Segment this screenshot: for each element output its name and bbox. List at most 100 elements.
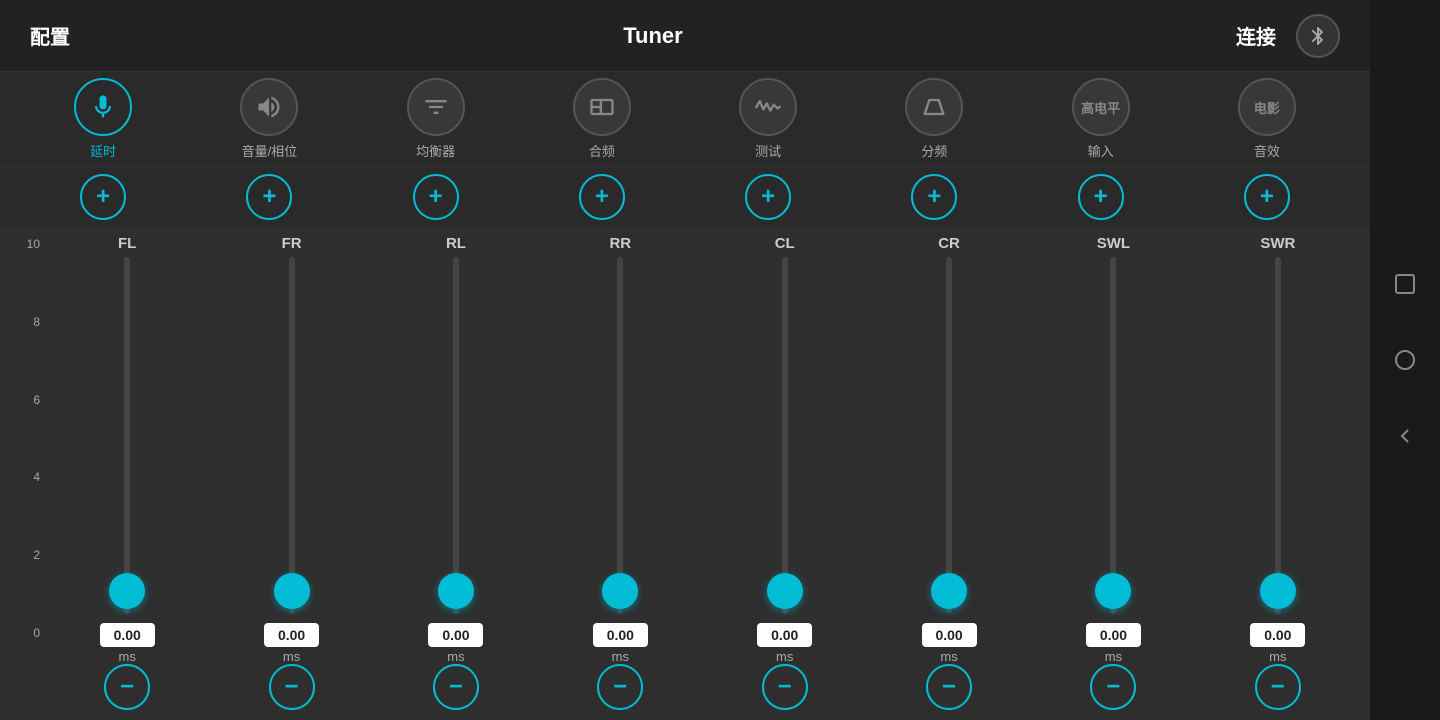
plus-button-RR[interactable]: + — [579, 174, 625, 220]
minus-button-CR[interactable]: − — [926, 664, 972, 710]
tab-volume-label: 音量/相位 — [242, 141, 298, 160]
plus-button-SWL[interactable]: + — [1078, 174, 1124, 220]
wave-icon — [754, 93, 782, 121]
slider-label-RL: RL — [446, 235, 466, 252]
slider-RL[interactable] — [453, 257, 459, 614]
slider-SWL[interactable] — [1110, 257, 1116, 614]
tab-divider[interactable]: 分频 — [884, 78, 984, 160]
tab-input-label: 输入 — [1088, 141, 1114, 160]
slider-unit-FR: ms — [283, 649, 300, 664]
tab-input[interactable]: 高电平 输入 — [1051, 78, 1151, 160]
android-home-button[interactable] — [1387, 342, 1423, 378]
sliders-area: 10 8 6 4 2 0 FL 0.00 ms — [0, 227, 1370, 720]
slider-unit-CL: ms — [776, 649, 793, 664]
slider-CL[interactable] — [782, 257, 788, 614]
slider-knob-CR[interactable] — [931, 573, 967, 609]
slider-col-SWR: SWR 0.00 ms − — [1196, 227, 1360, 720]
slider-track-FR[interactable]: FR — [209, 227, 373, 619]
slider-value-RR[interactable]: 0.00 — [593, 623, 648, 647]
y-label-8: 8 — [10, 315, 40, 329]
mic-icon — [89, 93, 117, 121]
plus-button-RL[interactable]: + — [413, 174, 459, 220]
slider-track-CL[interactable]: CL — [703, 227, 867, 619]
plus-button-FR[interactable]: + — [246, 174, 292, 220]
slider-SWR[interactable] — [1275, 257, 1281, 614]
slider-knob-RL[interactable] — [438, 573, 474, 609]
slider-knob-FL[interactable] — [109, 573, 145, 609]
slider-value-FR[interactable]: 0.00 — [264, 623, 319, 647]
slider-track-RR[interactable]: RR — [538, 227, 702, 619]
tab-test[interactable]: 测试 — [718, 78, 818, 160]
square-icon — [1393, 272, 1417, 296]
y-label-6: 6 — [10, 393, 40, 407]
minus-button-CL[interactable]: − — [762, 664, 808, 710]
tab-volume-icon — [240, 78, 298, 136]
circle-icon — [1393, 348, 1417, 372]
page-title: Tuner — [623, 23, 682, 49]
tab-volume[interactable]: 音量/相位 — [219, 78, 319, 160]
slider-value-CR[interactable]: 0.00 — [922, 623, 977, 647]
slider-value-SWR[interactable]: 0.00 — [1250, 623, 1305, 647]
android-nav — [1370, 0, 1440, 720]
slider-unit-RR: ms — [612, 649, 629, 664]
y-axis: 10 8 6 4 2 0 — [10, 227, 45, 720]
nav-tabs: 延时 音量/相位 均衡器 — [0, 72, 1370, 167]
tab-effect-icon: 电影 — [1238, 78, 1296, 136]
tab-effect[interactable]: 电影 音效 — [1217, 78, 1317, 160]
tab-crossover[interactable]: 合频 — [552, 78, 652, 160]
slider-knob-SWR[interactable] — [1260, 573, 1296, 609]
bluetooth-button[interactable] — [1296, 14, 1340, 58]
slider-unit-FL: ms — [119, 649, 136, 664]
bluetooth-icon — [1307, 25, 1329, 47]
tab-delay[interactable]: 延时 — [53, 78, 153, 160]
android-back-button[interactable] — [1387, 418, 1423, 454]
slider-label-SWL: SWL — [1097, 235, 1130, 252]
config-button[interactable]: 配置 — [30, 21, 70, 50]
minus-button-SWL[interactable]: − — [1090, 664, 1136, 710]
plus-button-SWR[interactable]: + — [1244, 174, 1290, 220]
slider-col-RR: RR 0.00 ms − — [538, 227, 702, 720]
minus-button-FL[interactable]: − — [104, 664, 150, 710]
tab-test-label: 测试 — [755, 141, 781, 160]
tab-eq-label: 均衡器 — [416, 141, 455, 160]
slider-track-CR[interactable]: CR — [867, 227, 1031, 619]
equalizer-icon — [422, 93, 450, 121]
minus-button-RR[interactable]: − — [597, 664, 643, 710]
slider-knob-FR[interactable] — [274, 573, 310, 609]
tab-eq[interactable]: 均衡器 — [386, 78, 486, 160]
slider-knob-SWL[interactable] — [1095, 573, 1131, 609]
plus-button-CR[interactable]: + — [911, 174, 957, 220]
slider-knob-RR[interactable] — [602, 573, 638, 609]
slider-track-RL[interactable]: RL — [374, 227, 538, 619]
plus-button-CL[interactable]: + — [745, 174, 791, 220]
slider-track-SWR[interactable]: SWR — [1196, 227, 1360, 619]
slider-FL[interactable] — [124, 257, 130, 614]
plus-button-FL[interactable]: + — [80, 174, 126, 220]
slider-knob-CL[interactable] — [767, 573, 803, 609]
minus-button-FR[interactable]: − — [269, 664, 315, 710]
slider-value-FL[interactable]: 0.00 — [100, 623, 155, 647]
slider-RR[interactable] — [617, 257, 623, 614]
back-icon — [1393, 424, 1417, 448]
slider-CR[interactable] — [946, 257, 952, 614]
slider-FR[interactable] — [289, 257, 295, 614]
slider-track-SWL[interactable]: SWL — [1031, 227, 1195, 619]
tab-effect-label: 音效 — [1254, 141, 1280, 160]
slider-track-FL[interactable]: FL — [45, 227, 209, 619]
minus-button-SWR[interactable]: − — [1255, 664, 1301, 710]
slider-value-RL[interactable]: 0.00 — [428, 623, 483, 647]
minus-button-RL[interactable]: − — [433, 664, 479, 710]
slider-col-FL: FL 0.00 ms − — [45, 227, 209, 720]
tab-crossover-icon — [573, 78, 631, 136]
tab-input-icon: 高电平 — [1072, 78, 1130, 136]
slider-value-CL[interactable]: 0.00 — [757, 623, 812, 647]
slider-col-FR: FR 0.00 ms − — [209, 227, 373, 720]
android-square-button[interactable] — [1387, 266, 1423, 302]
slider-label-CL: CL — [775, 235, 795, 252]
y-label-10: 10 — [10, 237, 40, 251]
connect-button[interactable]: 连接 — [1236, 21, 1276, 50]
trapezoid-icon — [920, 93, 948, 121]
slider-label-FL: FL — [118, 235, 136, 252]
slider-value-SWL[interactable]: 0.00 — [1086, 623, 1141, 647]
tab-test-icon — [739, 78, 797, 136]
